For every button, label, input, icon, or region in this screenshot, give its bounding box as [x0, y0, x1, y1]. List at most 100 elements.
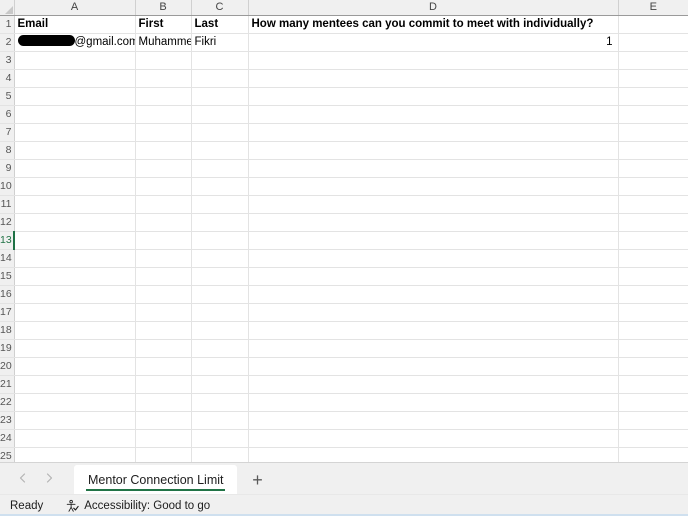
- cell-c13[interactable]: [191, 231, 249, 250]
- cell-e18[interactable]: [618, 321, 688, 340]
- cell-d8[interactable]: [248, 141, 619, 160]
- table-row[interactable]: 12: [0, 213, 688, 232]
- cell-b2[interactable]: Muhamme: [135, 33, 192, 52]
- cell-e19[interactable]: [618, 339, 688, 358]
- cell-a10[interactable]: [14, 177, 136, 196]
- cell-b18[interactable]: [135, 321, 192, 340]
- select-all-button[interactable]: [0, 0, 15, 16]
- cell-a5[interactable]: [14, 87, 136, 106]
- cell-c8[interactable]: [191, 141, 249, 160]
- cell-c20[interactable]: [191, 357, 249, 376]
- cell-e23[interactable]: [618, 411, 688, 430]
- sheet-tab-mentor-connection-limit[interactable]: Mentor Connection Limit: [74, 465, 238, 494]
- cell-e15[interactable]: [618, 267, 688, 286]
- row-header-19[interactable]: 19: [0, 339, 15, 358]
- cell-a1[interactable]: Email: [14, 15, 136, 34]
- cell-c9[interactable]: [191, 159, 249, 178]
- cell-c18[interactable]: [191, 321, 249, 340]
- cell-e3[interactable]: [618, 51, 688, 70]
- cell-b9[interactable]: [135, 159, 192, 178]
- row-header-15[interactable]: 15: [0, 267, 15, 286]
- cell-b10[interactable]: [135, 177, 192, 196]
- spreadsheet-grid[interactable]: A B C D E 1 Email First Last How many me…: [0, 0, 688, 462]
- cell-e7[interactable]: [618, 123, 688, 142]
- cell-c6[interactable]: [191, 105, 249, 124]
- cell-d14[interactable]: [248, 249, 619, 268]
- cell-a15[interactable]: [14, 267, 136, 286]
- cell-a12[interactable]: [14, 213, 136, 232]
- cell-e24[interactable]: [618, 429, 688, 448]
- table-row[interactable]: 5: [0, 87, 688, 106]
- cell-d23[interactable]: [248, 411, 619, 430]
- table-row[interactable]: 4: [0, 69, 688, 88]
- cell-e20[interactable]: [618, 357, 688, 376]
- cell-b12[interactable]: [135, 213, 192, 232]
- table-row[interactable]: 24: [0, 429, 688, 448]
- cell-c14[interactable]: [191, 249, 249, 268]
- cell-b5[interactable]: [135, 87, 192, 106]
- cell-b17[interactable]: [135, 303, 192, 322]
- cell-e5[interactable]: [618, 87, 688, 106]
- row-header-12[interactable]: 12: [0, 213, 15, 232]
- table-row[interactable]: 10: [0, 177, 688, 196]
- cell-c19[interactable]: [191, 339, 249, 358]
- table-row[interactable]: 20: [0, 357, 688, 376]
- cell-c10[interactable]: [191, 177, 249, 196]
- cell-a22[interactable]: [14, 393, 136, 412]
- cell-c21[interactable]: [191, 375, 249, 394]
- cell-e8[interactable]: [618, 141, 688, 160]
- cell-d25[interactable]: [248, 447, 619, 462]
- cell-e4[interactable]: [618, 69, 688, 88]
- cell-c25[interactable]: [191, 447, 249, 462]
- table-row[interactable]: 8: [0, 141, 688, 160]
- cell-b25[interactable]: [135, 447, 192, 462]
- cell-c24[interactable]: [191, 429, 249, 448]
- cell-e12[interactable]: [618, 213, 688, 232]
- cell-d11[interactable]: [248, 195, 619, 214]
- cell-b16[interactable]: [135, 285, 192, 304]
- table-row[interactable]: 14: [0, 249, 688, 268]
- cell-d2[interactable]: 1: [248, 33, 619, 52]
- row-header-3[interactable]: 3: [0, 51, 15, 70]
- cell-b4[interactable]: [135, 69, 192, 88]
- table-row[interactable]: 19: [0, 339, 688, 358]
- cell-e11[interactable]: [618, 195, 688, 214]
- row-header-8[interactable]: 8: [0, 141, 15, 160]
- cell-c22[interactable]: [191, 393, 249, 412]
- next-sheet-button[interactable]: [36, 465, 62, 491]
- table-row[interactable]: 15: [0, 267, 688, 286]
- cell-d19[interactable]: [248, 339, 619, 358]
- table-row[interactable]: 11: [0, 195, 688, 214]
- cell-e21[interactable]: [618, 375, 688, 394]
- cell-c11[interactable]: [191, 195, 249, 214]
- cell-e22[interactable]: [618, 393, 688, 412]
- cell-d5[interactable]: [248, 87, 619, 106]
- cell-b20[interactable]: [135, 357, 192, 376]
- row-header-13[interactable]: 13: [0, 231, 15, 250]
- cell-d15[interactable]: [248, 267, 619, 286]
- row-header-17[interactable]: 17: [0, 303, 15, 322]
- table-row[interactable]: 25: [0, 447, 688, 462]
- cell-c3[interactable]: [191, 51, 249, 70]
- row-header-9[interactable]: 9: [0, 159, 15, 178]
- cell-a13[interactable]: [14, 231, 136, 250]
- cell-d13[interactable]: [248, 231, 619, 250]
- row-header-20[interactable]: 20: [0, 357, 15, 376]
- cell-c12[interactable]: [191, 213, 249, 232]
- row-header-22[interactable]: 22: [0, 393, 15, 412]
- column-header-b[interactable]: B: [135, 0, 192, 16]
- cell-e9[interactable]: [618, 159, 688, 178]
- cell-e25[interactable]: [618, 447, 688, 462]
- previous-sheet-button[interactable]: [10, 465, 36, 491]
- cell-e17[interactable]: [618, 303, 688, 322]
- cell-d7[interactable]: [248, 123, 619, 142]
- cell-d12[interactable]: [248, 213, 619, 232]
- cell-d6[interactable]: [248, 105, 619, 124]
- cell-b11[interactable]: [135, 195, 192, 214]
- cell-d1[interactable]: How many mentees can you commit to meet …: [248, 15, 619, 34]
- cell-a24[interactable]: [14, 429, 136, 448]
- cell-e1[interactable]: [618, 15, 688, 34]
- cell-a25[interactable]: [14, 447, 136, 462]
- cell-b19[interactable]: [135, 339, 192, 358]
- row-header-25[interactable]: 25: [0, 447, 15, 462]
